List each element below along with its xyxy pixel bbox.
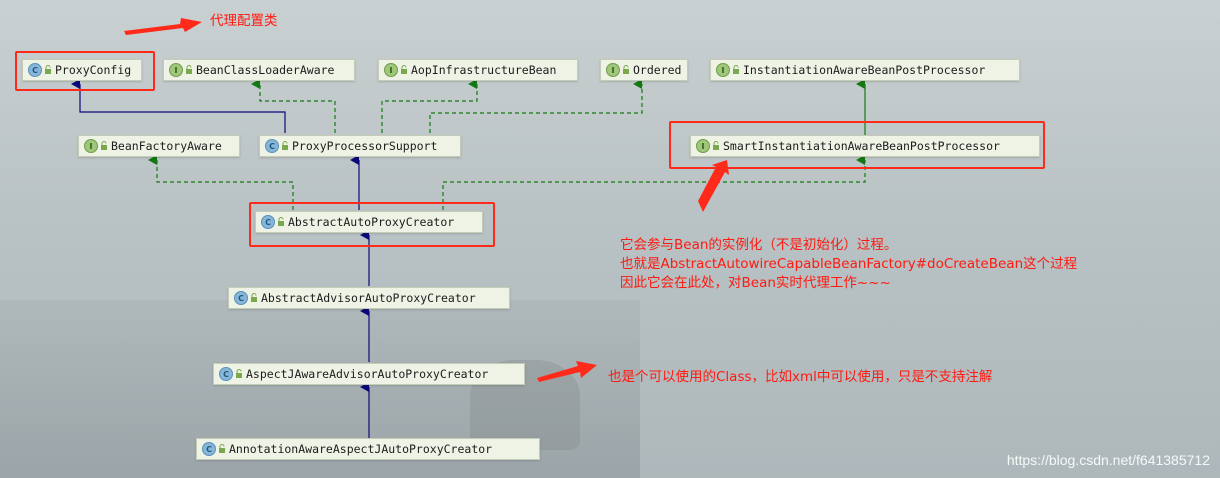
lock-icon [733,65,739,74]
interface-badge-icon: I [716,63,730,77]
node-label: BeanClassLoaderAware [196,63,335,77]
node-bean-factory-aware[interactable]: I BeanFactoryAware [78,135,240,157]
lock-icon [186,65,192,74]
edge-pps-to-bcla [251,79,336,133]
node-label: InstantiationAwareBeanPostProcessor [743,63,986,77]
note-line: 它会参与Bean的实例化（不是初始化）过程。 [620,237,898,253]
lock-icon [623,65,629,74]
node-annotation-aware-aspectj-auto-proxy-creator[interactable]: C AnnotationAwareAspectJAutoProxyCreator [196,438,540,460]
highlight-abstract-auto-proxy-creator [249,202,495,247]
note-aspectj-aware: 也是个可以使用的Class，比如xml中可以使用，只是不支持注解 [608,369,993,385]
node-label: ProxyProcessorSupport [292,139,438,153]
edge-pps-to-proxyconfig [71,79,286,133]
note-line: 也就是AbstractAutowireCapableBeanFactory#do… [620,256,1078,272]
lock-icon [219,444,225,453]
lock-icon [251,293,257,302]
red-arrow-proxyconfig [124,18,202,35]
note-line: 因此它会在此处，对Bean实时代理工作~~~ [620,275,891,291]
node-aop-infrastructure-bean[interactable]: I AopInfrastructureBean [378,59,578,81]
interface-badge-icon: I [84,139,98,153]
node-label: AnnotationAwareAspectJAutoProxyCreator [229,442,493,456]
node-bean-class-loader-aware[interactable]: I BeanClassLoaderAware [163,59,355,81]
highlight-proxy-config [15,51,155,91]
class-badge-icon: C [202,442,216,456]
abstract-class-badge-icon: C [234,291,248,305]
lock-icon [401,65,407,74]
lock-icon [101,141,107,150]
interface-badge-icon: I [384,63,398,77]
watermark: https://blog.csdn.net/f641385712 [1006,452,1210,468]
node-proxy-processor-support[interactable]: C ProxyProcessorSupport [259,135,461,157]
node-abstract-advisor-auto-proxy-creator[interactable]: C AbstractAdvisorAutoProxyCreator [228,287,510,309]
note-smart-instantiation: 它会参与Bean的实例化（不是初始化）过程。 也就是AbstractAutowi… [620,236,1077,293]
node-ordered[interactable]: I Ordered [600,59,688,81]
edge-pps-to-ordered [429,79,643,133]
note-proxy-config: 代理配置类 [210,13,278,29]
node-label: AbstractAdvisorAutoProxyCreator [261,291,476,305]
interface-badge-icon: I [169,63,183,77]
interface-badge-icon: I [606,63,620,77]
highlight-smart-instantiation [669,121,1045,169]
red-arrow-aspectj [537,361,597,382]
node-instantiation-aware-bpp[interactable]: I InstantiationAwareBeanPostProcessor [710,59,1020,81]
node-aspectj-aware-advisor-auto-proxy-creator[interactable]: C AspectJAwareAdvisorAutoProxyCreator [213,363,525,385]
class-badge-icon: C [219,367,233,381]
node-label: BeanFactoryAware [111,139,222,153]
node-label: AspectJAwareAdvisorAutoProxyCreator [246,367,489,381]
class-badge-icon: C [265,139,279,153]
lock-icon [236,369,242,378]
node-label: AopInfrastructureBean [411,63,557,77]
lock-icon [282,141,288,150]
node-label: Ordered [633,63,682,77]
